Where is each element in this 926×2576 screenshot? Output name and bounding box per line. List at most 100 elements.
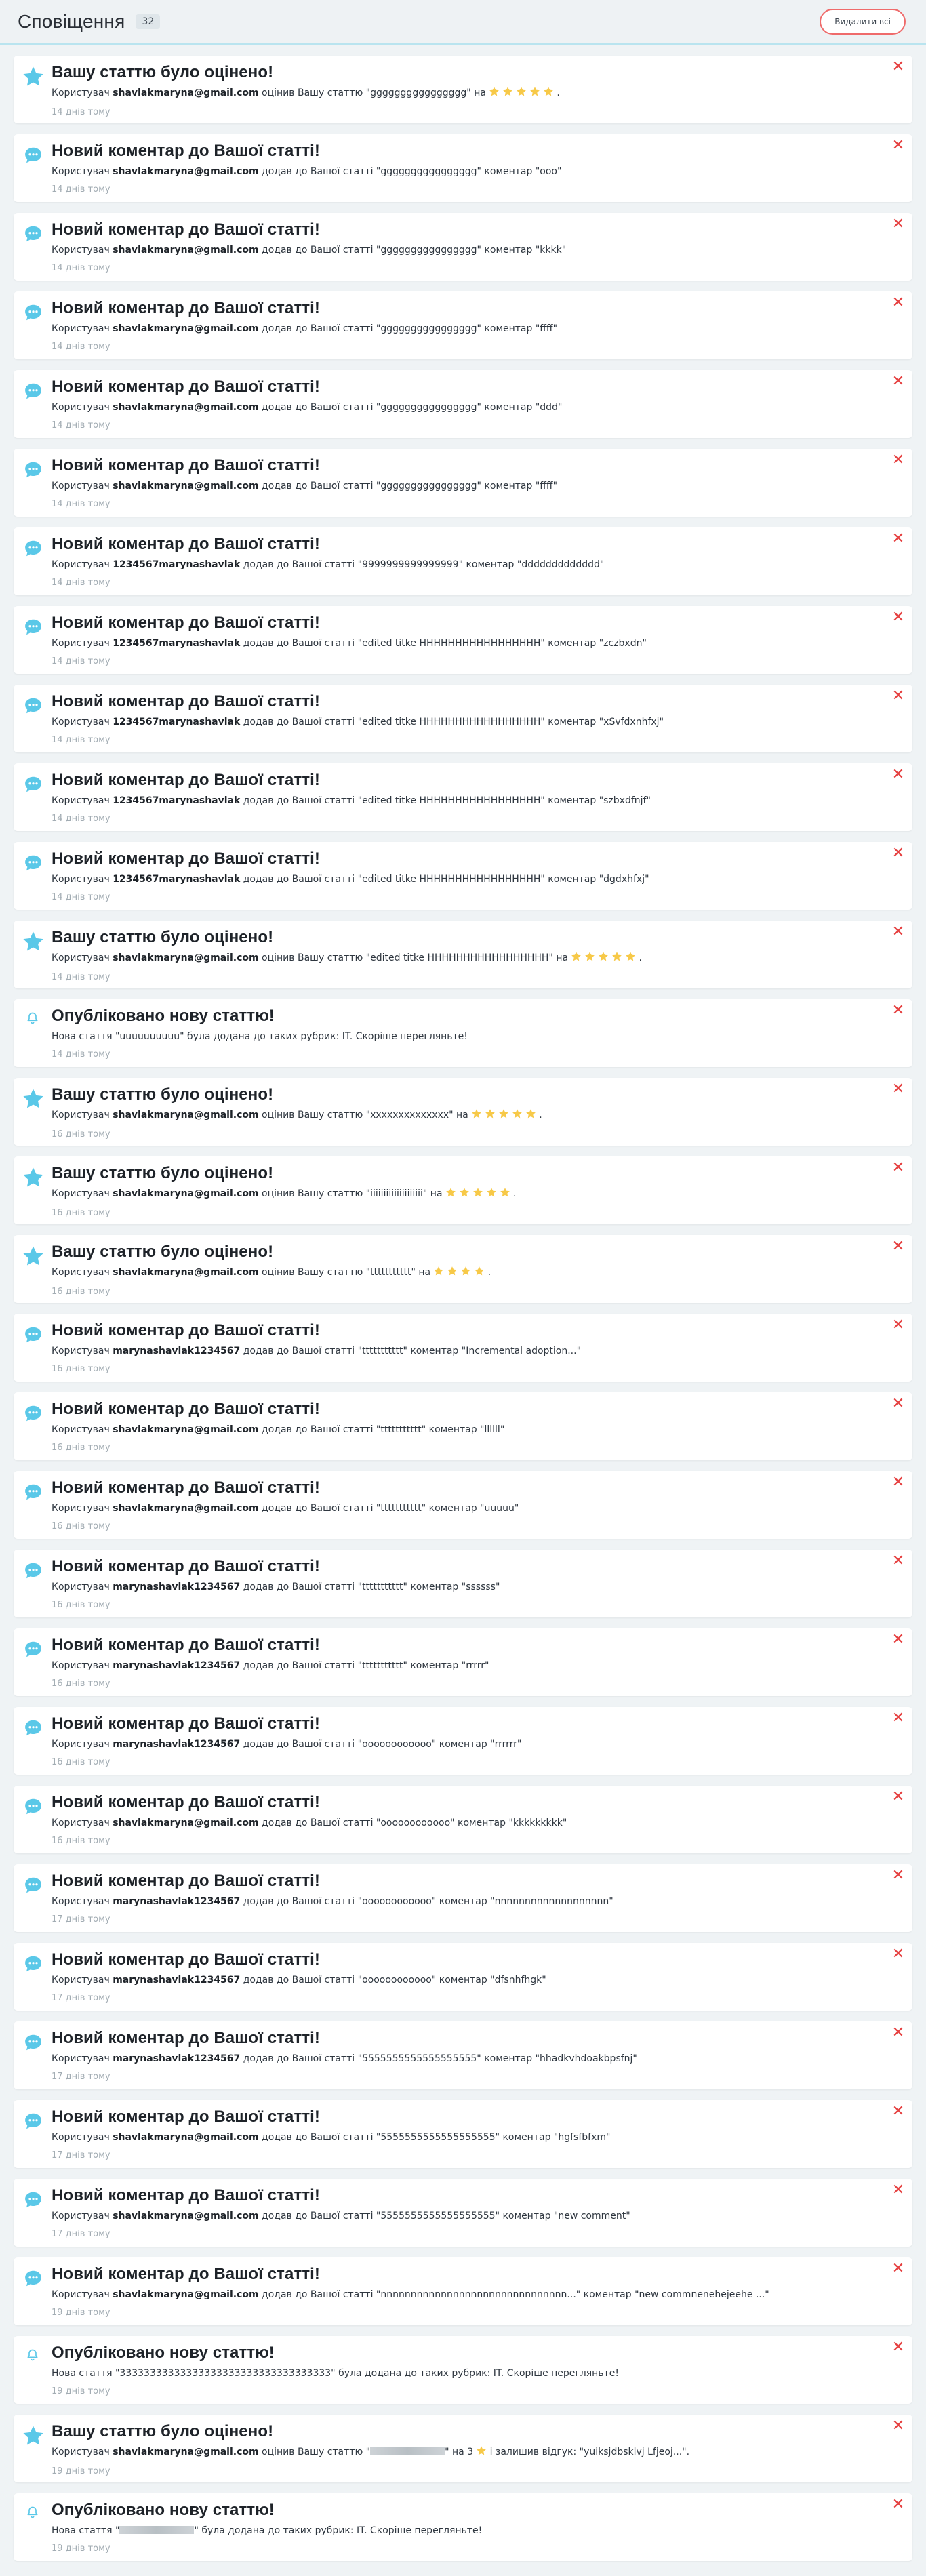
close-icon[interactable]: ✕: [891, 767, 906, 782]
notification-text: додав до Вашої статті "gggggggggggggggg"…: [262, 323, 558, 334]
close-icon[interactable]: ✕: [891, 925, 906, 940]
notification-title: Новий коментар до Вашої статті!: [52, 1557, 321, 1575]
close-icon[interactable]: ✕: [891, 2026, 906, 2040]
close-icon[interactable]: ✕: [891, 2183, 906, 2198]
close-icon[interactable]: ✕: [891, 1790, 906, 1805]
notification-card[interactable]: Новий коментар до Вашої статті! Користува…: [14, 291, 912, 359]
notification-card[interactable]: Новий коментар до Вашої статті! Користува…: [14, 134, 912, 202]
notification-prefix: Користувач: [52, 87, 110, 98]
notification-card[interactable]: Новий коментар до Вашої статті! Користува…: [14, 370, 912, 438]
notification-prefix: Користувач: [52, 2053, 110, 2064]
notification-card[interactable]: Новий коментар до Вашої статті! Користува…: [14, 2179, 912, 2247]
star-icon: [22, 1166, 45, 1189]
notification-title: Новий коментар до Вашої статті!: [52, 1793, 321, 1811]
close-icon[interactable]: ✕: [891, 1711, 906, 1726]
notification-user: shavlakmaryna@gmail.com: [113, 1503, 259, 1514]
notification-time: 16 днів тому: [52, 1600, 110, 1610]
notification-time: 16 днів тому: [52, 1208, 110, 1218]
notification-card[interactable]: Новий коментар до Вашої статті! Користува…: [14, 685, 912, 752]
notification-card[interactable]: Новий коментар до Вашої статті! Користува…: [14, 842, 912, 910]
close-icon[interactable]: ✕: [891, 1161, 906, 1175]
close-icon[interactable]: ✕: [891, 2261, 906, 2276]
close-icon[interactable]: ✕: [891, 531, 906, 546]
close-icon[interactable]: ✕: [891, 1396, 906, 1411]
notification-card[interactable]: Новий коментар до Вашої статті! Користува…: [14, 2021, 912, 2089]
close-icon[interactable]: ✕: [891, 1239, 906, 1254]
notification-title: Новий коментар до Вашої статті!: [52, 1321, 321, 1340]
close-icon[interactable]: ✕: [891, 60, 906, 75]
rating-star-icon: [516, 86, 527, 102]
notification-card[interactable]: Вашу статтю було оцінено! Користувач shav…: [14, 2415, 912, 2482]
notification-prefix: Користувач: [52, 952, 110, 963]
close-icon[interactable]: ✕: [891, 1868, 906, 1883]
close-icon[interactable]: ✕: [891, 1947, 906, 1962]
notification-text: додав до Вашої статті "ttttttttttt" коме…: [243, 1582, 500, 1592]
notification-body: Нова стаття "333333333333333333333333333…: [52, 2366, 879, 2381]
rating-stars: [445, 1187, 510, 1203]
notification-title: Вашу статтю було оцінено!: [52, 63, 274, 81]
notification-card[interactable]: Новий коментар до Вашої статті! Користува…: [14, 1392, 912, 1460]
notification-user: shavlakmaryna@gmail.com: [113, 2447, 259, 2457]
bell-icon: [25, 2348, 40, 2362]
notification-card[interactable]: Новий коментар до Вашої статті! Користува…: [14, 1864, 912, 1932]
notification-text: оцінив Вашу статтю "gggggggggggggggg" на: [262, 87, 486, 98]
notification-card[interactable]: Новий коментар до Вашої статті! Користува…: [14, 2100, 912, 2168]
notification-prefix: Користувач: [52, 1110, 110, 1121]
rating-star-icon: [445, 1187, 456, 1203]
close-icon[interactable]: ✕: [891, 1475, 906, 1490]
close-icon[interactable]: ✕: [891, 1318, 906, 1333]
close-icon[interactable]: ✕: [891, 1632, 906, 1647]
notification-card[interactable]: Новий коментар до Вашої статті! Користува…: [14, 1471, 912, 1539]
notification-card[interactable]: Опубліковано нову статтю! Нова стаття "uu…: [14, 999, 912, 1067]
notification-card[interactable]: Новий коментар до Вашої статті! Користува…: [14, 1628, 912, 1696]
notification-card[interactable]: Опубліковано нову статтю! Нова стаття " " …: [14, 2493, 912, 2561]
notification-card[interactable]: Новий коментар до Вашої статті! Користува…: [14, 527, 912, 595]
close-icon[interactable]: ✕: [891, 2497, 906, 2512]
notification-title: Новий коментар до Вашої статті!: [52, 456, 321, 475]
close-icon[interactable]: ✕: [891, 2104, 906, 2119]
close-icon[interactable]: ✕: [891, 689, 906, 704]
notification-card[interactable]: Новий коментар до Вашої статті! Користува…: [14, 2257, 912, 2325]
close-icon[interactable]: ✕: [891, 138, 906, 153]
notification-card[interactable]: Опубліковано нову статтю! Нова стаття "33…: [14, 2336, 912, 2404]
notification-user: shavlakmaryna@gmail.com: [113, 1424, 259, 1435]
close-icon[interactable]: ✕: [891, 2419, 906, 2434]
notification-card[interactable]: Новий коментар до Вашої статті! Користува…: [14, 1550, 912, 1617]
close-icon[interactable]: ✕: [891, 374, 906, 389]
notification-card[interactable]: Вашу статтю було оцінено! Користувач shav…: [14, 1078, 912, 1146]
notification-time: 16 днів тому: [52, 1757, 110, 1767]
close-icon[interactable]: ✕: [891, 2340, 906, 2355]
close-icon[interactable]: ✕: [891, 453, 906, 468]
close-icon[interactable]: ✕: [891, 1003, 906, 1018]
notification-card[interactable]: Вашу статтю було оцінено! Користувач shav…: [14, 1235, 912, 1303]
notification-card[interactable]: Новий коментар до Вашої статті! Користува…: [14, 213, 912, 281]
notification-card[interactable]: Новий коментар до Вашої статті! Користува…: [14, 1943, 912, 2011]
notification-card[interactable]: Вашу статтю було оцінено! Користувач shav…: [14, 56, 912, 123]
rating-stars: [489, 86, 554, 102]
notification-card[interactable]: Новий коментар до Вашої статті! Користува…: [14, 606, 912, 674]
notification-time: 16 днів тому: [52, 1678, 110, 1689]
close-icon[interactable]: ✕: [891, 217, 906, 232]
comment-icon: [22, 851, 45, 874]
notification-time: 14 днів тому: [52, 499, 110, 509]
close-icon[interactable]: ✕: [891, 846, 906, 861]
notification-user: shavlakmaryna@gmail.com: [113, 1188, 259, 1199]
notification-card[interactable]: Вашу статтю було оцінено! Користувач shav…: [14, 1156, 912, 1224]
notification-card[interactable]: Новий коментар до Вашої статті! Користува…: [14, 449, 912, 517]
notification-card[interactable]: Вашу статтю було оцінено! Користувач shav…: [14, 921, 912, 988]
notification-title: Опубліковано нову статтю!: [52, 2343, 275, 2362]
notification-card[interactable]: Новий коментар до Вашої статті! Користува…: [14, 1707, 912, 1775]
notification-card[interactable]: Новий коментар до Вашої статті! Користува…: [14, 1314, 912, 1382]
delete-all-button[interactable]: Видалити всі: [820, 9, 906, 35]
close-icon[interactable]: ✕: [891, 1082, 906, 1097]
close-icon[interactable]: ✕: [891, 1554, 906, 1569]
notification-card[interactable]: Новий коментар до Вашої статті! Користува…: [14, 763, 912, 831]
close-icon[interactable]: ✕: [891, 610, 906, 625]
notification-card[interactable]: Новий коментар до Вашої статті! Користува…: [14, 1786, 912, 1853]
notification-body: Користувач marynashavlak1234567 додав до…: [52, 1894, 879, 1909]
notification-title: Новий коментар до Вашої статті!: [52, 535, 321, 553]
notification-time: 14 днів тому: [52, 263, 110, 273]
notification-prefix: Користувач: [52, 1660, 110, 1671]
close-icon[interactable]: ✕: [891, 296, 906, 310]
comment-icon: [22, 1481, 45, 1504]
